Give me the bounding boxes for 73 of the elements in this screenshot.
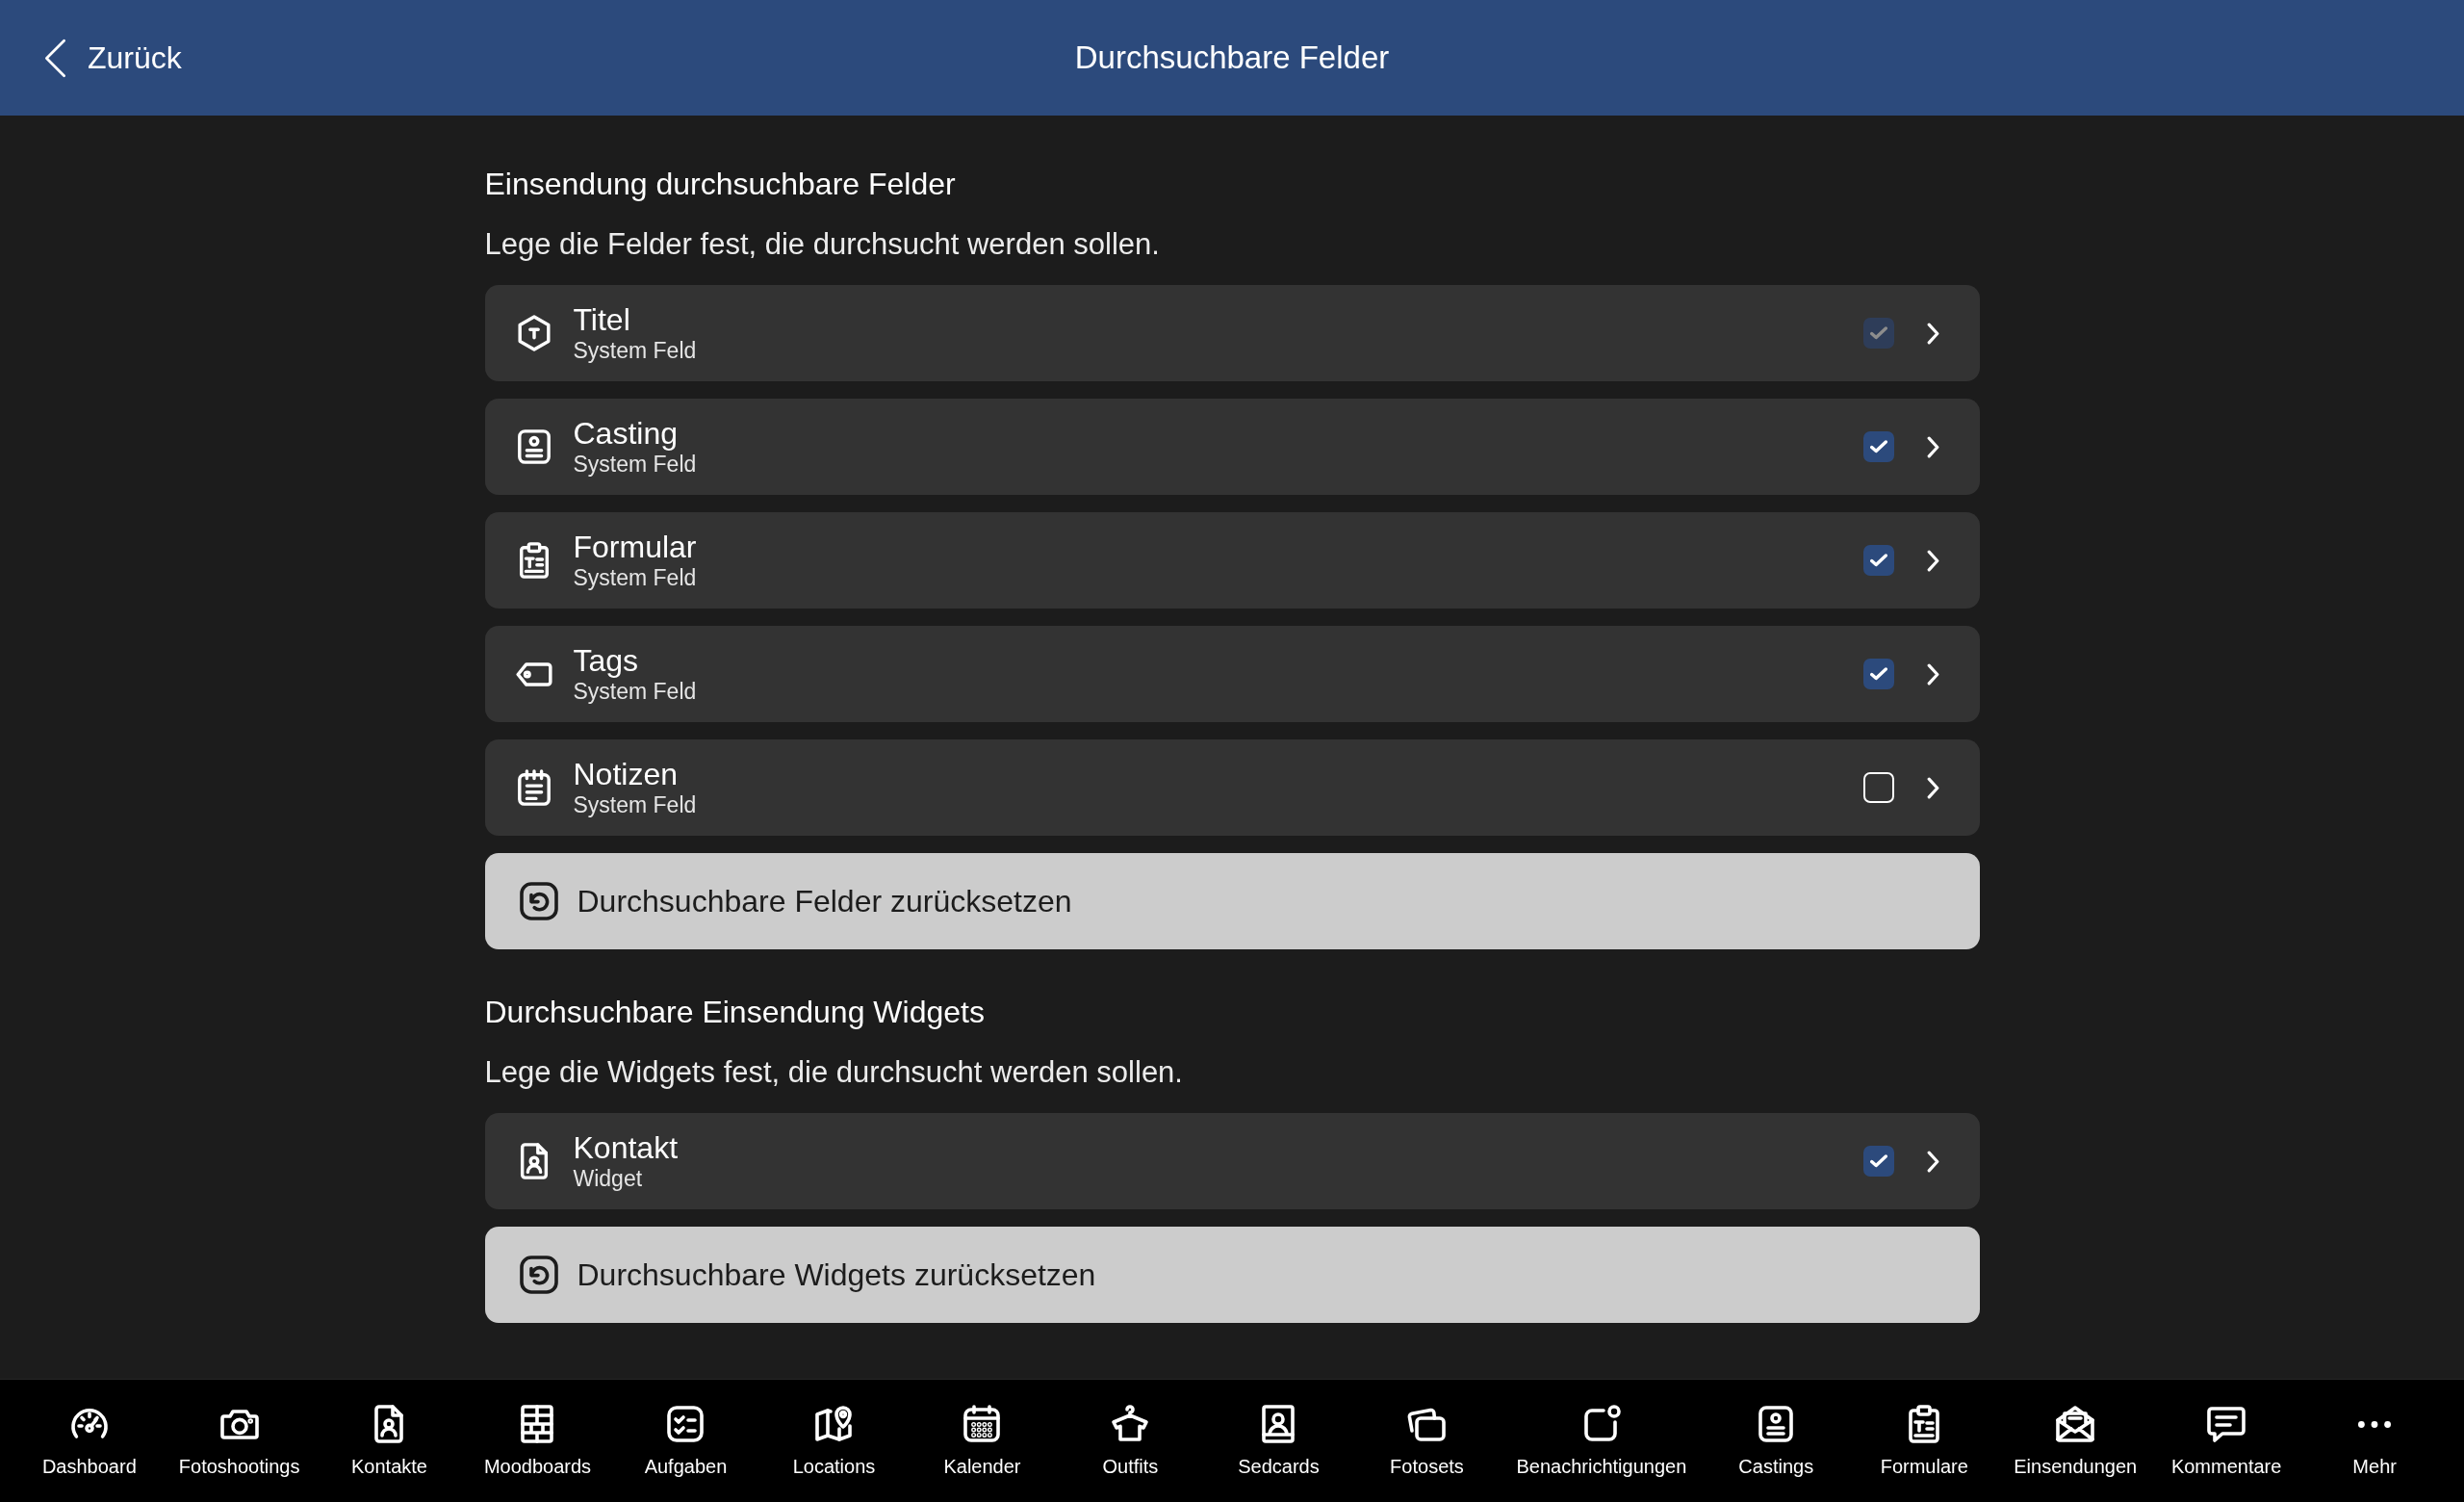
tab-item[interactable]: Kommentare — [2168, 1405, 2286, 1478]
field-subtitle: System Feld — [573, 337, 697, 364]
field-subtitle: System Feld — [573, 678, 697, 705]
chevron-right-icon — [1926, 1150, 1939, 1173]
tab-item[interactable]: Kontakte — [330, 1405, 449, 1478]
checklist-icon — [666, 1405, 706, 1443]
chevron-right-icon — [1926, 322, 1939, 345]
back-button[interactable]: Zurück — [37, 32, 190, 84]
chat-icon — [2207, 1405, 2246, 1443]
field-row[interactable]: Notizen System Feld — [484, 739, 1980, 836]
ellipsis-icon — [2358, 1420, 2392, 1428]
field-title: Formular — [573, 530, 697, 564]
chevron-right-icon — [1926, 662, 1939, 686]
checkbox[interactable] — [1862, 1146, 1894, 1177]
check-icon — [1869, 326, 1887, 340]
tab-item[interactable]: Fotosets — [1368, 1405, 1486, 1478]
chevron-right-icon — [1926, 435, 1939, 458]
field-row[interactable]: Tags System Feld — [484, 626, 1980, 722]
hexagon-icon — [515, 315, 552, 351]
tab-item[interactable]: Dashboard — [30, 1405, 148, 1478]
reset-button[interactable]: Durchsuchbare Felder zurücksetzen — [484, 853, 1980, 949]
chevron-right-icon — [1926, 776, 1939, 799]
tab-item[interactable]: Aufgaben — [627, 1405, 745, 1478]
tab-item[interactable]: Kalender — [923, 1405, 1041, 1478]
notification-icon — [1581, 1405, 1621, 1443]
tag-icon — [515, 661, 552, 686]
field-title: Kontakt — [573, 1130, 678, 1165]
check-icon — [1869, 667, 1887, 681]
undo-icon — [519, 1256, 558, 1294]
field-row[interactable]: Formular System Feld — [484, 512, 1980, 609]
section-heading: Durchsuchbare Einsendung Widgets — [484, 994, 985, 1031]
tab-item[interactable]: Locations — [775, 1405, 893, 1478]
undo-icon — [519, 882, 558, 920]
tab-item[interactable]: Fotoshootings — [178, 1405, 300, 1478]
tab-item[interactable]: Benachrichtigungen — [1516, 1405, 1687, 1478]
id-card-icon — [515, 428, 552, 465]
field-title: Notizen — [573, 757, 678, 791]
checkbox[interactable] — [1862, 659, 1894, 689]
reset-button[interactable]: Durchsuchbare Widgets zurücksetzen — [484, 1227, 1980, 1323]
checkbox[interactable] — [1862, 431, 1894, 462]
tab-item[interactable]: Mehr — [2316, 1405, 2434, 1478]
field-title: Tags — [573, 643, 639, 678]
tab-item[interactable]: Sedcards — [1219, 1405, 1338, 1478]
shirt-icon — [1111, 1405, 1150, 1443]
mail-icon — [2056, 1405, 2095, 1443]
chevron-right-icon — [1926, 549, 1939, 572]
field-subtitle: System Feld — [573, 564, 697, 591]
chevron-left-icon — [44, 38, 66, 78]
id-card-icon — [1757, 1405, 1796, 1443]
map-pin-icon — [814, 1405, 854, 1443]
checkbox[interactable] — [1862, 545, 1894, 576]
section-description: Lege die Widgets fest, die durchsucht werden sollen. — [484, 1054, 1183, 1091]
tab-item[interactable]: Moodboards — [478, 1405, 597, 1478]
field-subtitle: System Feld — [573, 451, 697, 478]
section-description: Lege die Felder fest, die durchsucht werden sollen. — [484, 226, 1160, 263]
field-row[interactable]: Casting System Feld — [484, 399, 1980, 495]
field-subtitle: System Feld — [573, 791, 697, 818]
field-title: Casting — [573, 416, 678, 451]
field-subtitle: Widget — [573, 1165, 643, 1192]
checkbox[interactable] — [1862, 772, 1894, 803]
page-title: Durchsuchbare Felder — [1074, 39, 1390, 76]
tab-item[interactable]: Outfits — [1071, 1405, 1190, 1478]
notepad-icon — [515, 769, 552, 806]
calendar-icon — [962, 1405, 1002, 1443]
check-icon — [1869, 440, 1887, 453]
tab-item[interactable]: Einsendungen — [2014, 1405, 2138, 1478]
tab-item[interactable]: Formulare — [1865, 1405, 1984, 1478]
tab-item[interactable]: Castings — [1717, 1405, 1835, 1478]
check-icon — [1869, 1154, 1887, 1168]
section-heading: Einsendung durchsuchbare Felder — [484, 166, 956, 203]
check-icon — [1869, 554, 1887, 567]
field-row[interactable]: Kontakt Widget — [484, 1113, 1980, 1209]
field-title: Titel — [573, 302, 630, 337]
